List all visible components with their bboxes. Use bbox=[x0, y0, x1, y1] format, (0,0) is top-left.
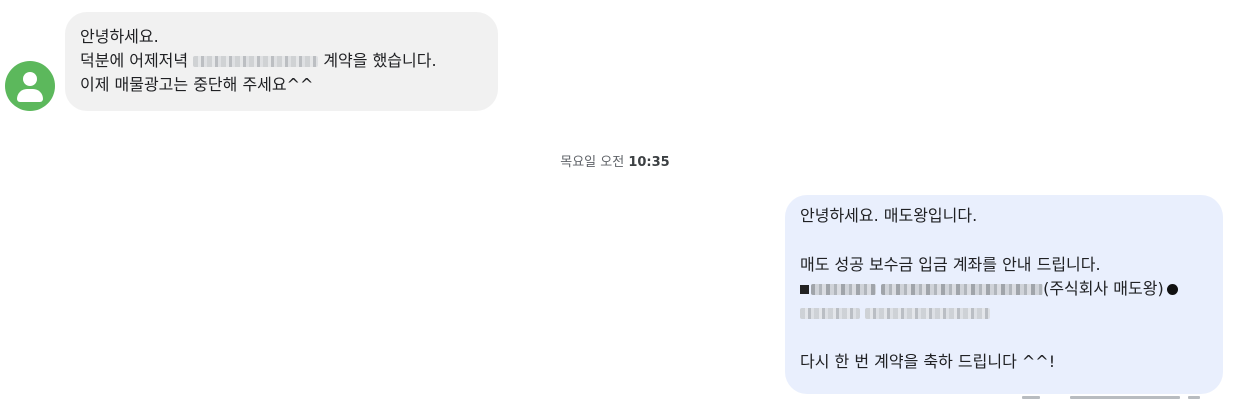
outgoing-closing: 다시 한 번 계약을 축하 드립니다 ^^! bbox=[800, 352, 1056, 371]
incoming-message-bubble[interactable]: 안녕하세요. 덕분에 어제저녁 계약을 했습니다. 이제 매물광고는 중단해 주… bbox=[65, 12, 498, 111]
contact-avatar[interactable] bbox=[5, 61, 55, 111]
outgoing-account-line-2 bbox=[800, 301, 1207, 325]
redacted-account-detail bbox=[800, 308, 860, 319]
incoming-message-line: 안녕하세요. bbox=[80, 27, 159, 46]
incoming-message-text: 덕분에 어제저녁 bbox=[80, 51, 189, 70]
timestamp-day: 목요일 오전 bbox=[560, 155, 625, 170]
incoming-message-line: 이제 매물광고는 중단해 주세요^^ bbox=[80, 75, 314, 94]
incoming-message-text: 계약을 했습니다. bbox=[323, 51, 437, 70]
redacted-bank-name bbox=[811, 284, 876, 295]
account-holder: (주식회사 매도왕) bbox=[1043, 279, 1164, 298]
incoming-message-line: 덕분에 어제저녁 계약을 했습니다. bbox=[80, 49, 482, 73]
outgoing-notice: 매도 성공 보수금 입금 계좌를 안내 드립니다. bbox=[800, 255, 1101, 274]
redacted-account-detail bbox=[865, 308, 991, 319]
avatar-person-icon-body bbox=[17, 89, 43, 102]
avatar-person-icon-head bbox=[23, 72, 37, 86]
timestamp-time: 10:35 bbox=[628, 155, 670, 170]
chat-thread: 안녕하세요. 덕분에 어제저녁 계약을 했습니다. 이제 매물광고는 중단해 주… bbox=[0, 0, 1237, 401]
outgoing-account-line: (주식회사 매도왕) bbox=[800, 277, 1207, 301]
message-timestamp: 목요일 오전 10:35 bbox=[0, 151, 1230, 170]
bullet-square-icon bbox=[800, 285, 809, 294]
redacted-property-address bbox=[193, 56, 319, 67]
message-footer-cut-off bbox=[1010, 396, 1210, 401]
redacted-account-number bbox=[881, 284, 1044, 295]
outgoing-message-bubble[interactable]: 안녕하세요. 매도왕입니다. 매도 성공 보수금 입금 계좌를 안내 드립니다.… bbox=[785, 195, 1223, 394]
bullet-dot-icon bbox=[1166, 284, 1178, 295]
outgoing-greeting: 안녕하세요. 매도왕입니다. bbox=[800, 206, 978, 225]
